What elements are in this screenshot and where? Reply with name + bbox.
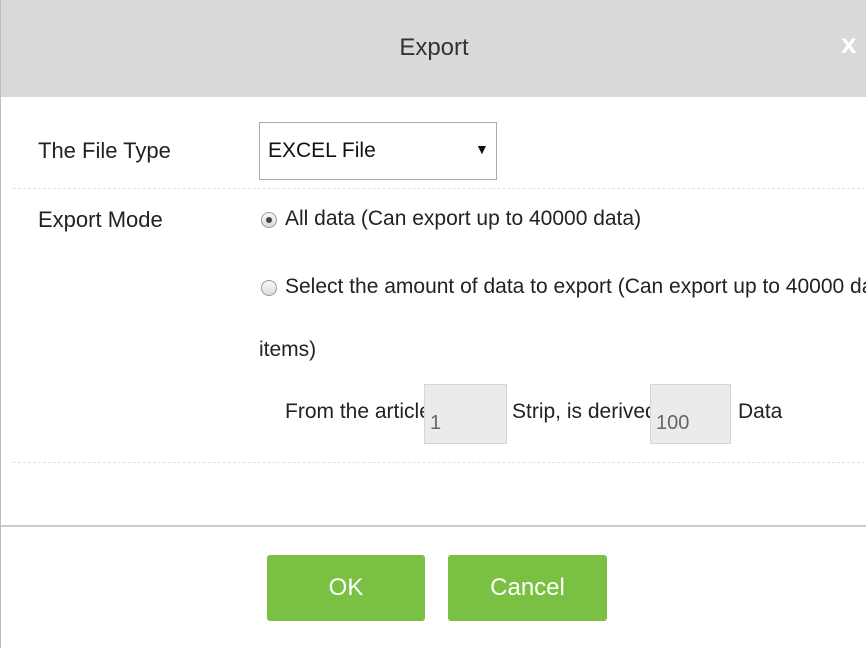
radio-select-amount[interactable]: [261, 280, 277, 296]
ok-button[interactable]: OK: [267, 555, 425, 621]
dialog-title: Export: [399, 34, 469, 61]
data-label: Data: [738, 400, 783, 423]
strip-derived-label: Strip, is derived: [512, 400, 657, 423]
export-dialog: Export x The File Type EXCEL File ▼ Expo…: [0, 0, 866, 648]
option-select-amount-label-cont: items): [259, 338, 317, 361]
option-all-data-label: All data (Can export up to 40000 data): [285, 207, 642, 230]
dropdown-arrow-icon: ▼: [475, 141, 489, 157]
radio-all-data[interactable]: [261, 212, 277, 228]
cancel-button[interactable]: Cancel: [448, 555, 607, 621]
radio-selected-dot: [266, 217, 272, 223]
file-type-select[interactable]: EXCEL File ▼: [259, 122, 497, 180]
row-separator: [13, 188, 865, 190]
close-icon[interactable]: x: [841, 30, 857, 58]
from-article-label: From the article: [285, 400, 431, 423]
file-type-label: The File Type: [38, 138, 171, 163]
file-type-selected-value: EXCEL File: [268, 139, 376, 162]
dialog-titlebar: Export x: [1, 0, 866, 97]
export-mode-label: Export Mode: [38, 207, 163, 232]
option-select-amount-label: Select the amount of data to export (Can…: [285, 275, 866, 298]
footer-divider: [1, 525, 866, 527]
row-separator: [13, 462, 865, 464]
data-count-input[interactable]: [650, 384, 731, 444]
from-article-input[interactable]: [424, 384, 507, 444]
